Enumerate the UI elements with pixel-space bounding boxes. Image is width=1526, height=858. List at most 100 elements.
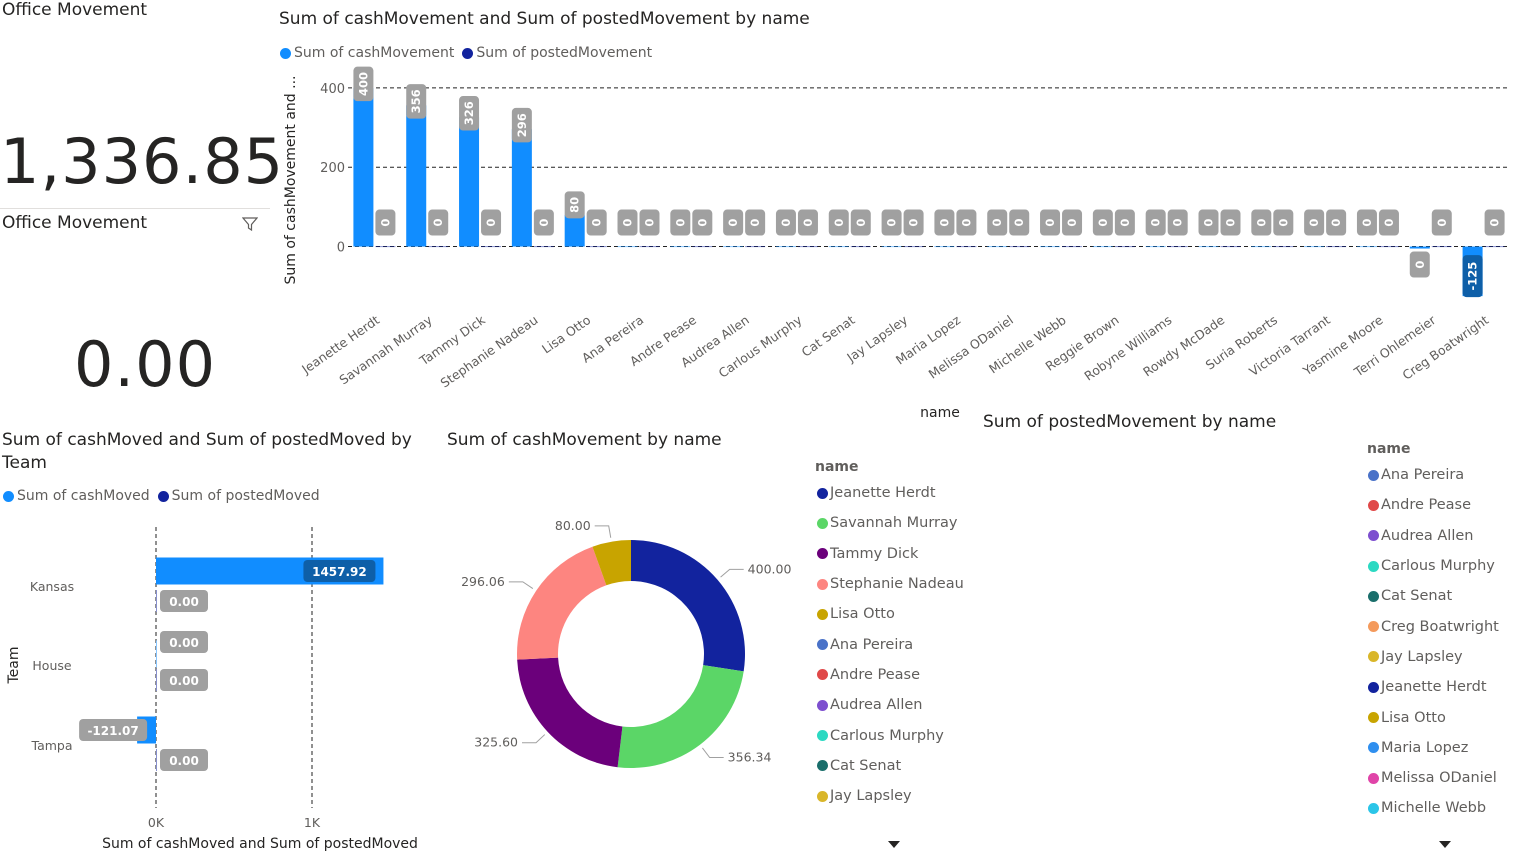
chart1-data-label-posted: 0 <box>537 219 551 227</box>
legend-label: Sum of postedMoved <box>171 488 320 504</box>
chart3-legend-item[interactable]: Audrea Allen <box>817 690 964 720</box>
legend-label: Audrea Allen <box>830 697 923 714</box>
chart3-legend-item[interactable]: Savannah Murray <box>817 508 964 538</box>
chart4-legend-item[interactable]: Creg Boatwright <box>1368 611 1499 641</box>
chart1-bar-posted <box>375 246 396 248</box>
filter-icon[interactable] <box>242 216 258 232</box>
chart4-legend-item[interactable]: Jeanette Herdt <box>1368 672 1499 702</box>
chart4-legend-item[interactable]: Michelle Webb <box>1368 793 1499 823</box>
chart1-bar-posted <box>956 246 977 248</box>
chart2-legend-item-cash[interactable]: Sum of cashMoved <box>3 488 150 504</box>
chart3-legend-item[interactable]: Jeanette Herdt <box>817 478 964 508</box>
chart1-data-label-posted: 0 <box>431 219 445 227</box>
chart1-bar-posted <box>1326 246 1347 248</box>
chart4-legend-item[interactable]: Audrea Allen <box>1368 521 1499 551</box>
chart2-legend: Sum of cashMoved Sum of postedMoved <box>3 488 328 504</box>
legend-label: Jay Lapsley <box>830 788 912 805</box>
chart4-legend-item[interactable]: Cat Senat <box>1368 581 1499 611</box>
chart2-x-tick-label: 0K <box>148 815 165 830</box>
chart1-bar-posted <box>1484 246 1505 248</box>
chart3-data-label: 356.34 <box>728 749 772 764</box>
chart4-legend-item[interactable]: Andre Pease <box>1368 490 1499 520</box>
chart3-legend-chevron-down-icon[interactable] <box>888 841 900 848</box>
legend-dot-icon <box>817 639 828 651</box>
chart1-data-label-cash: 0 <box>1043 219 1057 227</box>
chart4-legend-item[interactable]: Lisa Otto <box>1368 702 1499 732</box>
chart1-bar-cash <box>1040 246 1061 248</box>
chart4-legend-item[interactable]: Carlous Murphy <box>1368 551 1499 581</box>
chart3-slice <box>617 665 744 768</box>
chart1-legend-item-cash[interactable]: Sum of cashMovement <box>280 45 454 61</box>
chart2-data-label-cash: -121.07 <box>87 724 138 738</box>
chart4-legend-item[interactable]: Jay Lapsley <box>1368 642 1499 672</box>
chart1-data-label-posted: 0 <box>1488 219 1502 227</box>
legend-label: Savannah Murray <box>830 515 958 532</box>
legend-dot-icon <box>817 517 828 529</box>
chart1-bar-chart[interactable]: Sum of cashMovement and ... 0200400 4000Je… <box>270 60 1526 430</box>
chart1-data-label-cash: 0 <box>1149 219 1163 227</box>
chart4-legend-item[interactable]: Ana Pereira <box>1368 460 1499 490</box>
legend-dot-icon <box>817 760 828 772</box>
chart4-legend-chevron-down-icon[interactable] <box>1439 841 1451 848</box>
legend-label: Sum of postedMovement <box>476 45 653 61</box>
legend-label: Jay Lapsley <box>1381 648 1463 665</box>
chart2-data-label-cash: 0.00 <box>169 636 199 650</box>
chart1-y-tick-label: 400 <box>320 82 345 97</box>
chart2-y-tick-label: House <box>32 658 71 673</box>
chart1-bar-cash <box>1198 246 1219 248</box>
chart3-donut-chart[interactable]: 400.00 356.34 325.60 296.06 80.00 <box>440 500 810 800</box>
chart1-data-label-cash: 0 <box>990 219 1004 227</box>
chart1-bar-cash <box>934 246 955 248</box>
chart1-title: Sum of cashMovement and Sum of postedMov… <box>279 9 810 29</box>
chart3-data-label: 296.06 <box>461 574 505 589</box>
chart3-legend-item[interactable]: Tammy Dick <box>817 539 964 569</box>
chart1-legend: Sum of cashMovement Sum of postedMovemen… <box>280 45 660 61</box>
legend-label: Michelle Webb <box>1381 800 1487 817</box>
chart1-data-label-cash: 0 <box>1254 219 1268 227</box>
legend-dot-icon <box>1368 530 1379 542</box>
chart1-legend-item-posted[interactable]: Sum of postedMovement <box>462 45 652 61</box>
chart3-legend-item[interactable]: Stephanie Nadeau <box>817 569 964 599</box>
chart3-legend-item[interactable]: Carlous Murphy <box>817 720 964 750</box>
chart3-legend-item[interactable]: Jay Lapsley <box>817 781 964 811</box>
legend-label: Carlous Murphy <box>1381 558 1495 575</box>
chart1-data-label-posted: 0 <box>1382 219 1396 227</box>
chart1-data-label-cash: 326 <box>462 101 476 125</box>
chart1-bar-cash <box>459 117 480 247</box>
chart1-data-label-posted: 0 <box>907 219 921 227</box>
legend-dot-icon <box>1368 560 1379 572</box>
chart1-bar-posted <box>481 246 502 248</box>
chart2-bar-chart[interactable]: Team Sum of cashMoved and Sum of postedMo… <box>0 515 440 858</box>
chart1-data-label-cash: 0 <box>937 219 951 227</box>
chart2-data-label-cash: 1457.92 <box>312 565 367 579</box>
chart3-legend-item[interactable]: Andre Pease <box>817 660 964 690</box>
chart1-x-tick-label: Robyne Williams <box>1081 312 1174 383</box>
chart1-bar-posted <box>797 246 818 248</box>
chart4-legend-item[interactable]: Melissa ODaniel <box>1368 763 1499 793</box>
chart1-data-label-cash: 0 <box>621 219 635 227</box>
chart1-bar-cash <box>511 129 532 247</box>
legend-dot-icon <box>1368 621 1379 633</box>
chart1-bar-cash <box>1304 246 1325 248</box>
chart1-data-label-cash: 0 <box>885 219 899 227</box>
chart4-legend-item[interactable]: Maria Lopez <box>1368 733 1499 763</box>
chart2-legend-item-posted[interactable]: Sum of postedMoved <box>157 488 320 504</box>
chart3-legend-item[interactable]: Cat Senat <box>817 751 964 781</box>
chart1-bar-posted <box>1114 246 1135 248</box>
chart1-bar-cash <box>1356 246 1377 248</box>
legend-dot-icon <box>1368 681 1379 693</box>
chart3-slice <box>517 546 607 660</box>
chart1-data-label-posted: 0 <box>484 219 498 227</box>
chart1-data-label-posted: 0 <box>959 219 973 227</box>
chart3-legend-item[interactable]: Ana Pereira <box>817 629 964 659</box>
chart1-data-label-cash: 0 <box>779 219 793 227</box>
chart2-data-label-posted: 0.00 <box>169 595 199 609</box>
kpi1-title: Office Movement <box>2 0 148 20</box>
legend-label: Sum of cashMoved <box>17 488 150 504</box>
legend-label: Cat Senat <box>830 757 902 774</box>
chart1-y-axis-title: Sum of cashMovement and ... <box>283 76 299 285</box>
chart2-y-tick-label: Kansas <box>30 579 74 594</box>
chart3-legend-title: name <box>815 459 859 475</box>
kpi-divider <box>0 208 270 209</box>
chart3-legend-item[interactable]: Lisa Otto <box>817 599 964 629</box>
